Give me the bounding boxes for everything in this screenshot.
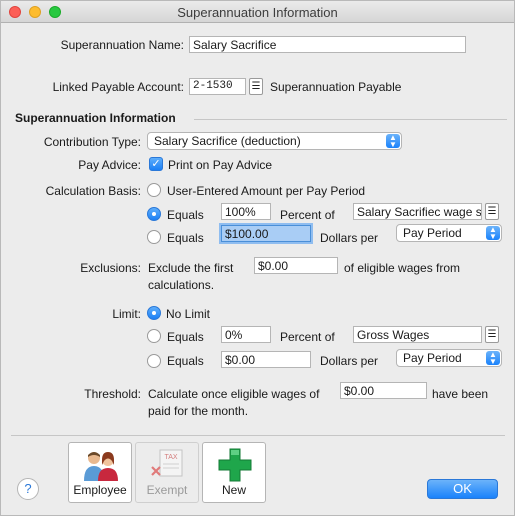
plus-icon: [203, 447, 265, 483]
superannuation-name-field[interactable]: Salary Sacrifice: [189, 36, 466, 53]
threshold-text-after: have been: [432, 387, 489, 401]
limit-percent-field[interactable]: 0%: [221, 326, 271, 343]
limit-dollars-per-label: Dollars per: [320, 354, 379, 368]
tax-icon-text: TAX: [164, 454, 177, 461]
chevron-updown-icon: ▲ ▼: [486, 351, 500, 366]
limit-percent-of-label: Percent of: [280, 330, 335, 344]
superannuation-window: Superannuation Information Superannuatio…: [0, 0, 515, 516]
calc-percent-equals-label: Equals: [167, 208, 204, 222]
threshold-text-before: Calculate once eligible wages of: [148, 387, 320, 401]
exclusions-amount-field[interactable]: $0.00: [254, 257, 338, 274]
tax-exempt-icon: TAX: [136, 447, 198, 483]
ok-button[interactable]: OK: [427, 479, 498, 499]
limit-percent-radio[interactable]: [147, 329, 161, 343]
superannuation-name-label: Superannuation Name:: [60, 38, 184, 52]
limit-percent-of-field[interactable]: Gross Wages: [353, 326, 482, 343]
calc-user-entered-radio[interactable]: [147, 183, 161, 197]
contribution-type-value: Salary Sacrifice (deduction): [154, 134, 301, 148]
limit-dollars-equals-label: Equals: [167, 354, 204, 368]
print-on-pay-advice-checkbox[interactable]: ✓: [149, 157, 163, 171]
limit-pay-period-value: Pay Period: [403, 351, 462, 365]
calc-percent-of-field[interactable]: Salary Sacrifiec wage s: [353, 203, 482, 220]
account-lookup-icon[interactable]: ☰: [249, 78, 263, 95]
new-button-label: New: [221, 483, 246, 497]
exclusions-label: Exclusions:: [80, 261, 141, 275]
linked-payable-account-label: Linked Payable Account:: [52, 80, 184, 94]
section-title: Superannuation Information: [15, 111, 176, 125]
calc-dollars-radio[interactable]: [147, 230, 161, 244]
calc-percent-field[interactable]: 100%: [221, 203, 271, 220]
title-bar: Superannuation Information: [1, 1, 514, 23]
footer-divider: [11, 435, 505, 436]
limit-dollars-field[interactable]: $0.00: [221, 351, 311, 368]
pay-advice-label: Pay Advice:: [78, 158, 141, 172]
calc-pay-period-select[interactable]: Pay Period ▲ ▼: [396, 224, 502, 242]
limit-none-radio[interactable]: [147, 306, 161, 320]
limit-pay-period-select[interactable]: Pay Period ▲ ▼: [396, 349, 502, 367]
chevron-updown-icon: ▲ ▼: [386, 134, 400, 149]
exclusions-text-line2: calculations.: [148, 278, 215, 292]
threshold-amount-field[interactable]: $0.00: [340, 382, 427, 399]
exempt-button-label: Exempt: [146, 483, 188, 497]
calc-dollars-per-label: Dollars per: [320, 231, 379, 245]
limit-none-label: No Limit: [166, 307, 211, 321]
exclusions-text-after: of eligible wages from: [344, 261, 461, 275]
calc-percent-radio[interactable]: [147, 207, 161, 221]
limit-label: Limit:: [112, 307, 141, 321]
contribution-type-label: Contribution Type:: [43, 135, 141, 149]
employee-icon: [69, 447, 131, 483]
print-on-pay-advice-label: Print on Pay Advice: [168, 158, 273, 172]
window-title: Superannuation Information: [177, 5, 338, 20]
help-button[interactable]: ?: [17, 478, 39, 500]
section-divider: [194, 119, 507, 120]
contribution-type-select[interactable]: Salary Sacrifice (deduction) ▲ ▼: [147, 132, 402, 150]
linked-account-field[interactable]: 2-1530: [189, 78, 246, 95]
wage-lookup-icon[interactable]: ☰: [485, 203, 499, 220]
exempt-button[interactable]: TAX Exempt: [135, 442, 199, 503]
threshold-label: Threshold:: [84, 387, 141, 401]
calculation-basis-label: Calculation Basis:: [45, 184, 141, 198]
limit-wage-lookup-icon[interactable]: ☰: [485, 326, 499, 343]
calc-percent-of-label: Percent of: [280, 208, 335, 222]
calc-pay-period-value: Pay Period: [403, 226, 462, 240]
employee-button[interactable]: Employee: [68, 442, 132, 503]
chevron-updown-icon: ▲ ▼: [486, 226, 500, 241]
calc-dollars-field[interactable]: $100.00: [221, 225, 311, 242]
limit-dollars-radio[interactable]: [147, 354, 161, 368]
calc-user-entered-label: User-Entered Amount per Pay Period: [167, 184, 366, 198]
calc-dollars-equals-label: Equals: [167, 231, 204, 245]
exclusions-text-before: Exclude the first: [148, 261, 234, 275]
employee-button-label: Employee: [73, 483, 127, 497]
linked-account-name: Superannuation Payable: [270, 80, 402, 94]
limit-percent-equals-label: Equals: [167, 330, 204, 344]
new-button[interactable]: New: [202, 442, 266, 503]
threshold-text-line2: paid for the month.: [148, 404, 249, 418]
